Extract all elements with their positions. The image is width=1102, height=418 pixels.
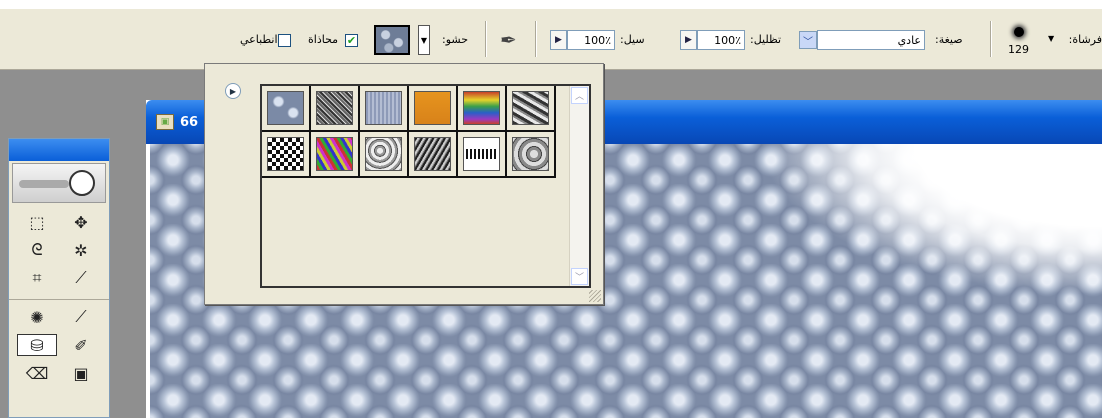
brush-picker[interactable]: ▼ 129 فرشاة: xyxy=(1008,9,1102,71)
separator xyxy=(990,21,992,57)
healing-brush-tool-icon[interactable]: ✺ xyxy=(17,306,57,328)
orange-pattern-icon xyxy=(414,91,451,125)
flow-slider-arrow-icon[interactable]: ▶ xyxy=(550,30,567,50)
confetti-pattern-icon xyxy=(316,137,353,171)
pattern-swatch-item[interactable] xyxy=(409,86,458,132)
airbrush-button[interactable]: ✒ xyxy=(500,9,530,71)
pattern-swatch-item[interactable] xyxy=(360,132,409,178)
noise-pattern-icon xyxy=(316,91,353,125)
scroll-down-arrow-icon[interactable]: ﹀ xyxy=(571,268,588,285)
mode-select[interactable]: عادي xyxy=(817,30,925,50)
mode-value: عادي xyxy=(897,33,921,47)
checker-pattern-icon xyxy=(267,137,304,171)
separator xyxy=(535,21,537,57)
move-tool-icon[interactable]: ✥ xyxy=(61,211,101,233)
pattern-swatch-item[interactable] xyxy=(507,86,556,132)
pattern-picker-popup: ▶ ︿ ﹀ xyxy=(204,63,604,305)
pattern-dropdown-arrow-icon[interactable]: ▼ xyxy=(418,25,430,55)
flow-input[interactable]: 100٪ xyxy=(567,30,615,50)
rock-pattern-icon xyxy=(512,137,549,171)
document-title: 66 xyxy=(180,114,199,130)
pattern-swatch-item[interactable] xyxy=(409,132,458,178)
pattern-stamp-tool-icon[interactable]: ⛁ xyxy=(17,334,57,356)
pattern-swatch-item[interactable] xyxy=(458,132,507,178)
slice-tool-icon[interactable]: ⟋ xyxy=(61,267,101,289)
magic-wand-tool-icon[interactable]: ✲ xyxy=(61,239,101,261)
rainbow-pattern-icon xyxy=(463,91,500,125)
toolbox-logo[interactable] xyxy=(12,163,106,203)
herringbone-stripe xyxy=(465,149,498,159)
opacity-label: تظليل: xyxy=(750,33,782,46)
eraser-tool-icon[interactable]: ⌫ xyxy=(17,362,57,384)
aligned-label: محاذاة xyxy=(308,33,339,46)
bubbles-pattern-icon xyxy=(267,91,304,125)
flow-label: سيل: xyxy=(620,33,645,46)
mode-dropdown-arrow-icon[interactable]: ﹀ xyxy=(799,31,817,49)
flow-group: ▶ 100٪ سيل: xyxy=(550,9,670,71)
tool-grid-top: ⬚ ✥ ᘓ ✲ ⌗ ⟋ xyxy=(9,205,109,295)
denim-pattern-icon xyxy=(365,91,402,125)
brush-size: 129 xyxy=(1008,43,1029,56)
document-icon: ▣ xyxy=(156,114,174,130)
gradient-tool-icon[interactable]: ▣ xyxy=(61,362,101,384)
brush-label: فرشاة: xyxy=(1068,33,1102,46)
impressionist-label: انطباعي xyxy=(240,33,278,46)
separator xyxy=(485,21,487,57)
aligned-group: ✔ محاذاة xyxy=(308,9,372,71)
airbrush-icon: ✒ xyxy=(500,28,517,52)
impressionist-checkbox[interactable] xyxy=(278,34,291,47)
opacity-group: ▶ 100٪ تظليل: xyxy=(680,9,790,71)
pattern-swatch-item[interactable] xyxy=(311,132,360,178)
pattern-swatch-item[interactable] xyxy=(507,132,556,178)
eye-icon xyxy=(69,170,95,196)
opacity-input[interactable]: 100٪ xyxy=(697,30,745,50)
stone-pattern-icon xyxy=(365,137,402,171)
marquee-tool-icon[interactable]: ⬚ xyxy=(17,211,57,233)
scroll-up-arrow-icon[interactable]: ︿ xyxy=(571,87,588,104)
flow-value: 100٪ xyxy=(584,33,611,47)
opacity-slider-arrow-icon[interactable]: ▶ xyxy=(680,30,697,50)
pattern-swatch-grid xyxy=(262,86,556,178)
pattern-swatch-item[interactable] xyxy=(458,86,507,132)
brush-preview-icon xyxy=(1014,27,1024,37)
tool-grid-bottom: ✺ ⟋ ⛁ ✐ ⌫ ▣ xyxy=(9,299,109,390)
pattern-label: حشو: xyxy=(442,33,469,46)
pattern-list-scrollbar[interactable]: ︿ ﹀ xyxy=(569,86,589,286)
marble-pattern-icon xyxy=(512,91,549,125)
brush-dropdown-arrow-icon[interactable]: ▼ xyxy=(1048,34,1054,43)
impressionist-group: انطباعي xyxy=(240,9,306,71)
pattern-swatch-item[interactable] xyxy=(360,86,409,132)
canvas-unpainted-area xyxy=(706,144,1102,324)
history-brush-tool-icon[interactable]: ✐ xyxy=(61,334,101,356)
picker-menu-arrow-icon[interactable]: ▶ xyxy=(225,83,241,99)
mode-label: صيغة: xyxy=(935,33,963,46)
feather-icon xyxy=(19,180,69,188)
aligned-checkbox[interactable]: ✔ xyxy=(345,34,358,47)
pattern-swatch[interactable] xyxy=(374,25,410,55)
pattern-list: ︿ ﹀ xyxy=(260,84,591,288)
brush-tool-icon[interactable]: ⟋ xyxy=(61,306,101,328)
lasso-tool-icon[interactable]: ᘓ xyxy=(17,239,57,261)
resize-grip-icon[interactable] xyxy=(589,290,601,302)
pattern-swatch-item[interactable] xyxy=(262,86,311,132)
crop-tool-icon[interactable]: ⌗ xyxy=(17,267,57,289)
pattern-swatch-item[interactable] xyxy=(311,86,360,132)
pattern-swatch-item[interactable] xyxy=(262,132,311,178)
mode-group: ﹀ عادي صيغة: xyxy=(793,9,983,71)
opacity-value: 100٪ xyxy=(714,33,741,47)
top-strip xyxy=(0,0,1102,8)
tool-options-bar: ▼ 129 فرشاة: ﹀ عادي صيغة: ▶ 100٪ تظليل: … xyxy=(0,8,1102,70)
toolbox-title-bar[interactable] xyxy=(9,139,109,161)
pattern-group: ▼ حشو: xyxy=(374,9,484,71)
toolbox: ⬚ ✥ ᘓ ✲ ⌗ ⟋ ✺ ⟋ ⛁ ✐ ⌫ ▣ xyxy=(8,138,110,418)
herringbone-pattern-icon xyxy=(463,137,500,171)
gravel-pattern-icon xyxy=(414,137,451,171)
